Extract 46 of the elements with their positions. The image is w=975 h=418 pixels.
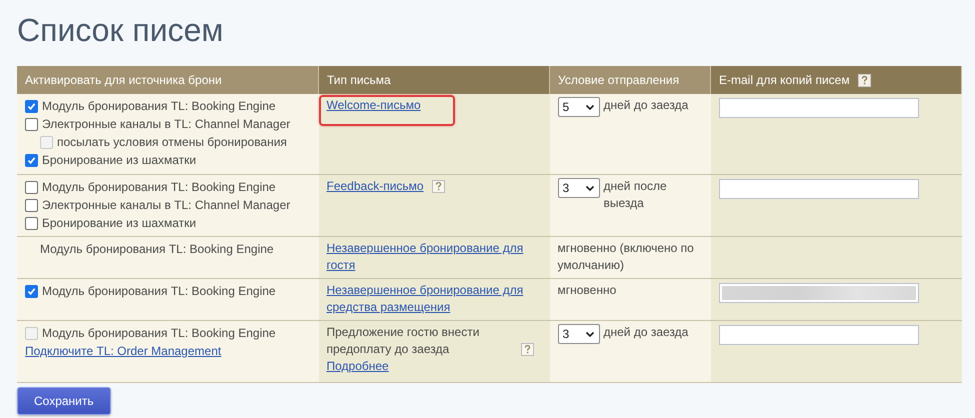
caret-icon: [584, 104, 594, 110]
letter-type: Предложение гостю внести предоплату до заезда: [326, 324, 480, 358]
email-field[interactable]: [718, 179, 918, 199]
checkbox[interactable]: [25, 216, 38, 230]
checkbox-label: посылать условия отмены бронирования: [57, 134, 287, 150]
condition-text: дней после выезда: [604, 178, 668, 212]
page-title: Список писем: [17, 11, 224, 50]
column-header: Условие отправления: [550, 66, 710, 94]
days-select[interactable]: 3: [558, 324, 600, 344]
letter-link[interactable]: Feedback-письмо: [326, 178, 424, 195]
checkbox-label: Электронные каналы в TL: Channel Manager: [42, 196, 290, 214]
email-field[interactable]: [718, 325, 918, 345]
column-header: Тип письма: [318, 66, 550, 94]
checkbox-label: Модуль бронирования TL: Booking Engine: [42, 178, 276, 196]
caret-icon: [584, 184, 594, 192]
column-header: E-mail для копий писем: [710, 66, 962, 94]
caret-icon: [584, 330, 594, 338]
checkbox[interactable]: [25, 100, 38, 112]
days-select[interactable]: 3: [558, 178, 600, 198]
checkbox[interactable]: [25, 198, 38, 212]
days-select[interactable]: 5: [558, 97, 600, 117]
checkbox[interactable]: [25, 154, 38, 166]
more-link[interactable]: Подробнее: [326, 359, 389, 373]
condition-text: дней до заезда: [604, 97, 688, 114]
help-icon[interactable]: [432, 180, 445, 194]
condition-text: дней до заезда: [604, 324, 688, 341]
checkbox[interactable]: [25, 284, 38, 298]
source-label: Модуль бронирования TL: Booking Engine: [40, 240, 274, 258]
letter-link[interactable]: Welcome-письмо: [326, 97, 421, 114]
condition-text: мгновенно (включено по умолчанию): [558, 241, 694, 272]
checkbox-label: Бронирование из шахматки: [42, 214, 196, 232]
column-header: Активировать для источника брони: [17, 66, 318, 94]
checkbox-label: Модуль бронирования TL: Booking Engine: [42, 98, 276, 114]
checkbox[interactable]: [25, 118, 38, 130]
checkbox[interactable]: [25, 180, 38, 194]
email-field[interactable]: [718, 98, 918, 118]
checkbox-label: Модуль бронирования TL: Booking Engine: [42, 282, 276, 300]
save-button[interactable]: Сохранить: [17, 387, 111, 415]
checkbox-label: Бронирование из шахматки: [42, 152, 196, 168]
checkbox-label: Электронные каналы в TL: Channel Manager: [42, 116, 290, 132]
connect-link[interactable]: Подключите TL: Order Management: [25, 342, 222, 360]
email-field[interactable]: [718, 283, 918, 303]
checkbox-label: Модуль бронирования TL: Booking Engine: [42, 324, 276, 342]
condition-text: мгновенно: [558, 283, 616, 297]
help-icon[interactable]: [520, 343, 534, 356]
help-icon[interactable]: [858, 74, 871, 86]
